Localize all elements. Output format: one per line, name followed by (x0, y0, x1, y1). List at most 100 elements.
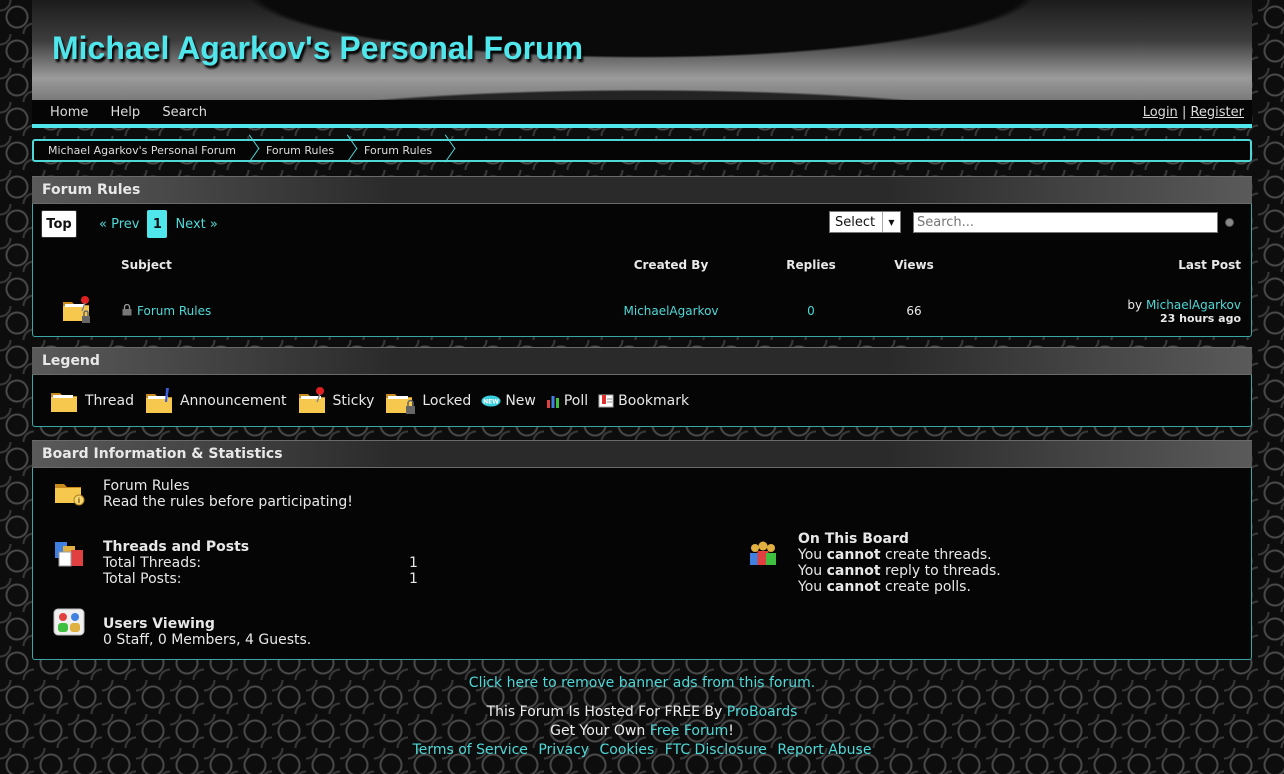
board-info-name: Forum Rules (103, 478, 190, 494)
legend-bookmark: Bookmark (598, 393, 689, 409)
col-icon (33, 244, 121, 286)
threads-posts-values: 1 1 (409, 555, 418, 587)
report-abuse-link[interactable]: Report Abuse (777, 742, 871, 758)
nav-help[interactable]: Help (111, 105, 141, 120)
announcement-icon (145, 387, 172, 413)
stats-panel: i Forum Rules Read the rules before part… (32, 468, 1252, 660)
pin-icon (298, 386, 325, 413)
thread-author-link[interactable]: MichaelAgarkov (623, 304, 718, 318)
thread-table: Subject Created By Replies Views Last Po… (33, 244, 1251, 336)
remove-ads-link[interactable]: Click here to remove banner ads from thi… (469, 675, 815, 691)
sticky-locked-thread-icon (63, 295, 90, 323)
cookies-link[interactable]: Cookies (600, 742, 655, 758)
bookmark-icon (598, 394, 614, 407)
footer: Click here to remove banner ads from thi… (0, 674, 1284, 760)
chevron-down-icon: ▼ (882, 212, 900, 232)
board-info-icon: i (55, 484, 85, 506)
legend-new: NEW New (481, 393, 536, 409)
col-created-by: Created By (633, 258, 709, 272)
board-panel: Top « Prev 1 Next » Select ▼ Subject (32, 204, 1252, 337)
pagination: « Prev 1 Next » (99, 210, 218, 238)
proboards-link[interactable]: ProBoards (727, 704, 798, 720)
permission-line: You cannot reply to threads. (798, 563, 1001, 579)
users-viewing-text: 0 Staff, 0 Members, 4 Guests. (103, 632, 312, 648)
forum-title[interactable]: Michael Agarkov's Personal Forum (52, 30, 583, 67)
thread-views: 66 (906, 304, 922, 318)
locked-folder-icon (386, 393, 416, 414)
board-title: Forum Rules (32, 176, 1252, 204)
login-link[interactable]: Login (1143, 105, 1178, 120)
prev-page-link[interactable]: « Prev (99, 217, 139, 232)
on-this-board: On This Board You cannot create threads.… (798, 531, 1001, 595)
legend-panel: Thread Announcement Sticky Locked NEW Ne… (32, 375, 1252, 427)
nav-menu: Home Help Search (50, 105, 225, 120)
total-threads-value: 1 (409, 555, 418, 571)
legend-sticky: Sticky (297, 386, 374, 416)
legend-announcement: Announcement (144, 386, 287, 416)
threads-posts-icon (55, 542, 83, 567)
breadcrumb-home[interactable]: Michael Agarkov's Personal Forum (48, 144, 250, 157)
col-last-post: Last Post (1178, 258, 1241, 272)
page-wrapper: Michael Agarkov's Personal Forum Home He… (32, 0, 1252, 660)
on-this-board-title: On This Board (798, 531, 909, 547)
breadcrumb-category[interactable]: Forum Rules (266, 144, 348, 157)
select-value: Select (835, 214, 876, 230)
total-posts-value: 1 (409, 571, 418, 587)
legend-locked: Locked (384, 386, 471, 416)
board-section: Forum Rules Top « Prev 1 Next » Select ▼ (32, 176, 1252, 337)
next-page-link[interactable]: Next » (175, 217, 217, 232)
terms-link[interactable]: Terms of Service (413, 742, 528, 758)
col-subject: Subject (121, 258, 172, 272)
users-viewing: Users Viewing 0 Staff, 0 Members, 4 Gues… (103, 616, 311, 648)
users-group-icon (750, 541, 776, 565)
threads-posts: Threads and Posts Total Threads: Total P… (103, 539, 249, 587)
table-row: Forum Rules MichaelAgarkov 0 66 by Micha… (33, 286, 1251, 336)
legend-title: Legend (32, 347, 1252, 375)
svg-text:i: i (78, 497, 80, 505)
main-nav: Home Help Search Login | Register (32, 100, 1252, 128)
folder-icon (51, 392, 77, 412)
privacy-link[interactable]: Privacy (538, 742, 589, 758)
stats-title: Board Information & Statistics (32, 440, 1252, 468)
current-page[interactable]: 1 (147, 210, 168, 238)
thread-table-header: Subject Created By Replies Views Last Po… (33, 244, 1251, 286)
poll-icon (546, 395, 559, 408)
ftc-disclosure-link[interactable]: FTC Disclosure (665, 742, 767, 758)
legend-thread: Thread (49, 387, 134, 415)
hosted-by: This Forum Is Hosted For FREE By ProBoar… (486, 704, 798, 720)
permission-line: You cannot create threads. (798, 547, 992, 563)
total-threads-label: Total Threads: (103, 555, 202, 571)
users-viewing-title: Users Viewing (103, 616, 215, 632)
thread-replies-link[interactable]: 0 (807, 304, 815, 318)
total-posts-label: Total Posts: (103, 571, 182, 587)
board-info-desc: Read the rules before participating! (103, 494, 353, 510)
thread-options-select[interactable]: Select ▼ (829, 211, 901, 233)
search-button[interactable] (1225, 218, 1234, 227)
register-link[interactable]: Register (1190, 105, 1244, 120)
nav-search[interactable]: Search (162, 105, 207, 120)
auth-links: Login | Register (1143, 105, 1244, 120)
last-post-time: 23 hours ago (1159, 311, 1241, 325)
footer-links: Terms of Service Privacy Cookies FTC Dis… (0, 741, 1284, 760)
search-input[interactable] (913, 212, 1218, 233)
thread-subject-link[interactable]: Forum Rules (137, 304, 211, 318)
last-post-author-link[interactable]: MichaelAgarkov (1146, 298, 1241, 312)
forum-banner: Michael Agarkov's Personal Forum (32, 0, 1252, 100)
get-own-forum: Get Your Own Free Forum! (550, 723, 734, 739)
last-post-by: by MichaelAgarkov (1127, 297, 1241, 312)
board-controls: Top « Prev 1 Next » Select ▼ (33, 204, 1251, 244)
auth-separator: | (1181, 104, 1187, 120)
col-replies: Replies (786, 258, 836, 272)
board-info: Forum Rules Read the rules before partic… (103, 478, 353, 510)
threads-posts-title: Threads and Posts (103, 539, 250, 555)
permission-line: You cannot create polls. (798, 579, 971, 595)
svg-text:NEW: NEW (483, 398, 499, 405)
breadcrumb-board[interactable]: Forum Rules (364, 144, 446, 157)
users-viewing-icon (53, 608, 85, 636)
breadcrumb: Michael Agarkov's Personal Forum Forum R… (32, 139, 1252, 162)
nav-home[interactable]: Home (50, 105, 88, 120)
new-badge-icon: NEW (481, 395, 501, 406)
free-forum-link[interactable]: Free Forum (650, 723, 729, 739)
legend-poll: Poll (546, 393, 588, 409)
top-button[interactable]: Top (41, 210, 77, 238)
